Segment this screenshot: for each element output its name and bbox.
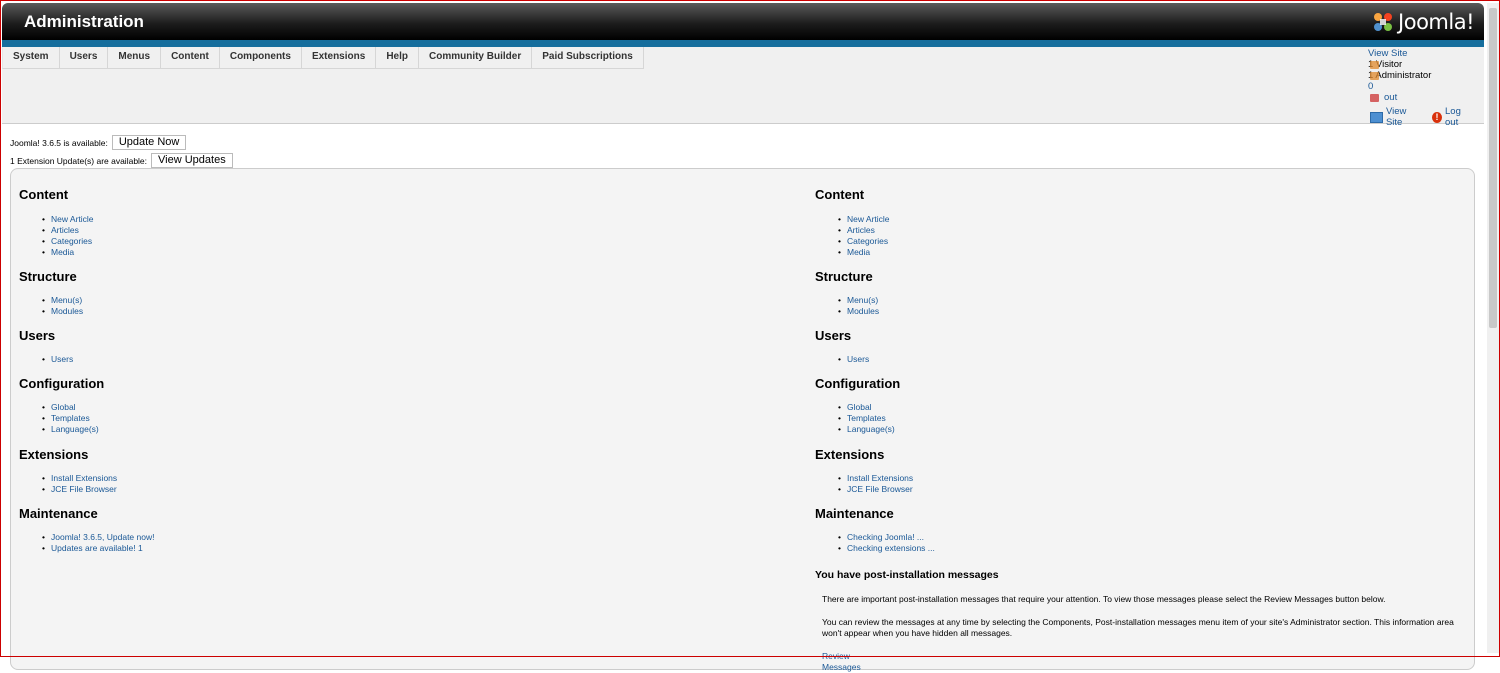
right-configuration-list: Global Templates Language(s) — [838, 402, 895, 435]
review-messages-link[interactable]: Review Messages — [822, 651, 861, 673]
left-content-list: New Article Articles Categories Media — [42, 214, 94, 258]
right-modules-link[interactable]: Modules — [847, 306, 879, 316]
visitor-icon — [1370, 61, 1379, 69]
menu-users[interactable]: Users — [59, 47, 109, 69]
left-jce-browser-link[interactable]: JCE File Browser — [51, 484, 117, 494]
right-global-link[interactable]: Global — [847, 402, 872, 412]
view-site-link-top[interactable]: View Site — [1368, 48, 1407, 59]
left-updates-available-link[interactable]: Updates are available! 1 — [51, 543, 143, 553]
menu-area: System Users Menus Content Components Ex… — [2, 47, 1484, 128]
log-out-link-top[interactable]: out — [1384, 92, 1397, 103]
vertical-scrollbar[interactable] — [1487, 3, 1499, 653]
right-install-extensions-link[interactable]: Install Extensions — [847, 473, 913, 483]
right-users-list: Users — [838, 354, 869, 365]
logo-text: Joomla! — [1398, 10, 1474, 34]
scrollbar-thumb[interactable] — [1489, 8, 1497, 328]
right-checking-extensions-link[interactable]: Checking extensions ... — [847, 543, 935, 553]
admin-icon — [1370, 72, 1379, 80]
left-users-link[interactable]: Users — [51, 354, 73, 364]
joomla-update-notice: Joomla! 3.6.5 is available: Update Now — [10, 135, 187, 150]
view-site-label: View Site — [1385, 106, 1407, 128]
left-modules-link[interactable]: Modules — [51, 306, 83, 316]
left-configuration-list: Global Templates Language(s) — [42, 402, 99, 435]
joomla-update-text: Joomla! 3.6.5 is available: — [10, 137, 108, 148]
post-install-para-1: There are important post-installation me… — [822, 594, 1386, 604]
menu-community-builder[interactable]: Community Builder — [418, 47, 533, 69]
right-maintenance-list: Checking Joomla! ... Checking extensions… — [838, 532, 935, 554]
status-footer: View Site ! Log out — [1370, 106, 1484, 128]
main-panel: Content New Article Articles Categories … — [10, 168, 1475, 673]
menu-menus[interactable]: Menus — [108, 47, 162, 69]
right-users-link[interactable]: Users — [847, 354, 869, 364]
page-title: Administration — [24, 12, 144, 31]
left-global-link[interactable]: Global — [51, 402, 76, 412]
update-now-button[interactable]: Update Now — [111, 135, 187, 150]
left-maintenance-list: Joomla! 3.6.5, Update now! Updates are a… — [42, 532, 154, 554]
right-jce-browser-link[interactable]: JCE File Browser — [847, 484, 913, 494]
left-users-title: Users — [19, 328, 56, 343]
left-structure-list: Menu(s) Modules — [42, 295, 83, 317]
view-site-button[interactable]: View Site — [1370, 106, 1422, 128]
left-menus-link[interactable]: Menu(s) — [51, 295, 82, 305]
menu-help[interactable]: Help — [376, 47, 419, 69]
log-out-button[interactable]: ! Log out — [1431, 106, 1474, 128]
right-users-title: Users — [815, 328, 852, 343]
left-templates-link[interactable]: Templates — [51, 413, 90, 423]
left-articles-link[interactable]: Articles — [51, 225, 79, 235]
left-maintenance-title: Maintenance — [19, 506, 98, 521]
menu-system[interactable]: System — [2, 47, 60, 69]
right-content-title: Content — [815, 187, 865, 202]
right-maintenance-title: Maintenance — [815, 506, 894, 521]
messages-count[interactable]: 0 — [1368, 81, 1373, 92]
right-checking-joomla-link[interactable]: Checking Joomla! ... — [847, 532, 924, 542]
right-extensions-title: Extensions — [815, 447, 885, 462]
admin-header: Administration Joomla! — [2, 3, 1484, 40]
log-out-label: Log out — [1445, 106, 1461, 128]
left-content-title: Content — [19, 187, 69, 202]
right-structure-title: Structure — [815, 269, 873, 284]
joomla-logo-icon — [1374, 13, 1393, 31]
left-extensions-list: Install Extensions JCE File Browser — [42, 473, 117, 495]
extension-update-text: 1 Extension Update(s) are available: — [10, 155, 148, 166]
left-update-now-link[interactable]: Joomla! 3.6.5, Update now! — [51, 532, 154, 542]
left-extensions-title: Extensions — [19, 447, 89, 462]
monitor-icon — [1370, 111, 1383, 123]
left-install-extensions-link[interactable]: Install Extensions — [51, 473, 117, 483]
left-languages-link[interactable]: Language(s) — [51, 424, 99, 434]
logout-icon-small — [1370, 94, 1379, 102]
logout-icon: ! — [1431, 111, 1442, 123]
right-configuration-title: Configuration — [815, 376, 901, 391]
right-menus-link[interactable]: Menu(s) — [847, 295, 878, 305]
right-structure-list: Menu(s) Modules — [838, 295, 879, 317]
left-users-list: Users — [42, 354, 73, 365]
post-install-para-2: You can review the messages at any time … — [822, 617, 1454, 638]
joomla-logo[interactable]: Joomla! — [1371, 9, 1474, 35]
right-media-link[interactable]: Media — [847, 247, 870, 257]
right-languages-link[interactable]: Language(s) — [847, 424, 895, 434]
menu-content[interactable]: Content — [161, 47, 220, 69]
left-categories-link[interactable]: Categories — [51, 236, 92, 246]
view-updates-button[interactable]: View Updates — [151, 153, 233, 168]
status-stack: View Site 1 Visitor 1 Administrator 0 ou… — [1368, 48, 1431, 103]
right-articles-link[interactable]: Articles — [847, 225, 875, 235]
main-menu: System Users Menus Content Components Ex… — [2, 47, 1484, 69]
left-configuration-title: Configuration — [19, 376, 105, 391]
right-extensions-list: Install Extensions JCE File Browser — [838, 473, 913, 495]
right-templates-link[interactable]: Templates — [847, 413, 886, 423]
post-install-title: You have post-installation messages — [815, 569, 999, 581]
right-new-article-link[interactable]: New Article — [847, 214, 890, 224]
menu-extensions[interactable]: Extensions — [301, 47, 377, 69]
right-content-list: New Article Articles Categories Media — [838, 214, 890, 258]
right-categories-link[interactable]: Categories — [847, 236, 888, 246]
accent-bar — [2, 40, 1484, 47]
menu-components[interactable]: Components — [219, 47, 302, 69]
left-new-article-link[interactable]: New Article — [51, 214, 94, 224]
extension-update-notice: 1 Extension Update(s) are available: Vie… — [10, 153, 233, 168]
left-media-link[interactable]: Media — [51, 247, 74, 257]
menu-paid-subscriptions[interactable]: Paid Subscriptions — [532, 47, 644, 69]
left-structure-title: Structure — [19, 269, 77, 284]
